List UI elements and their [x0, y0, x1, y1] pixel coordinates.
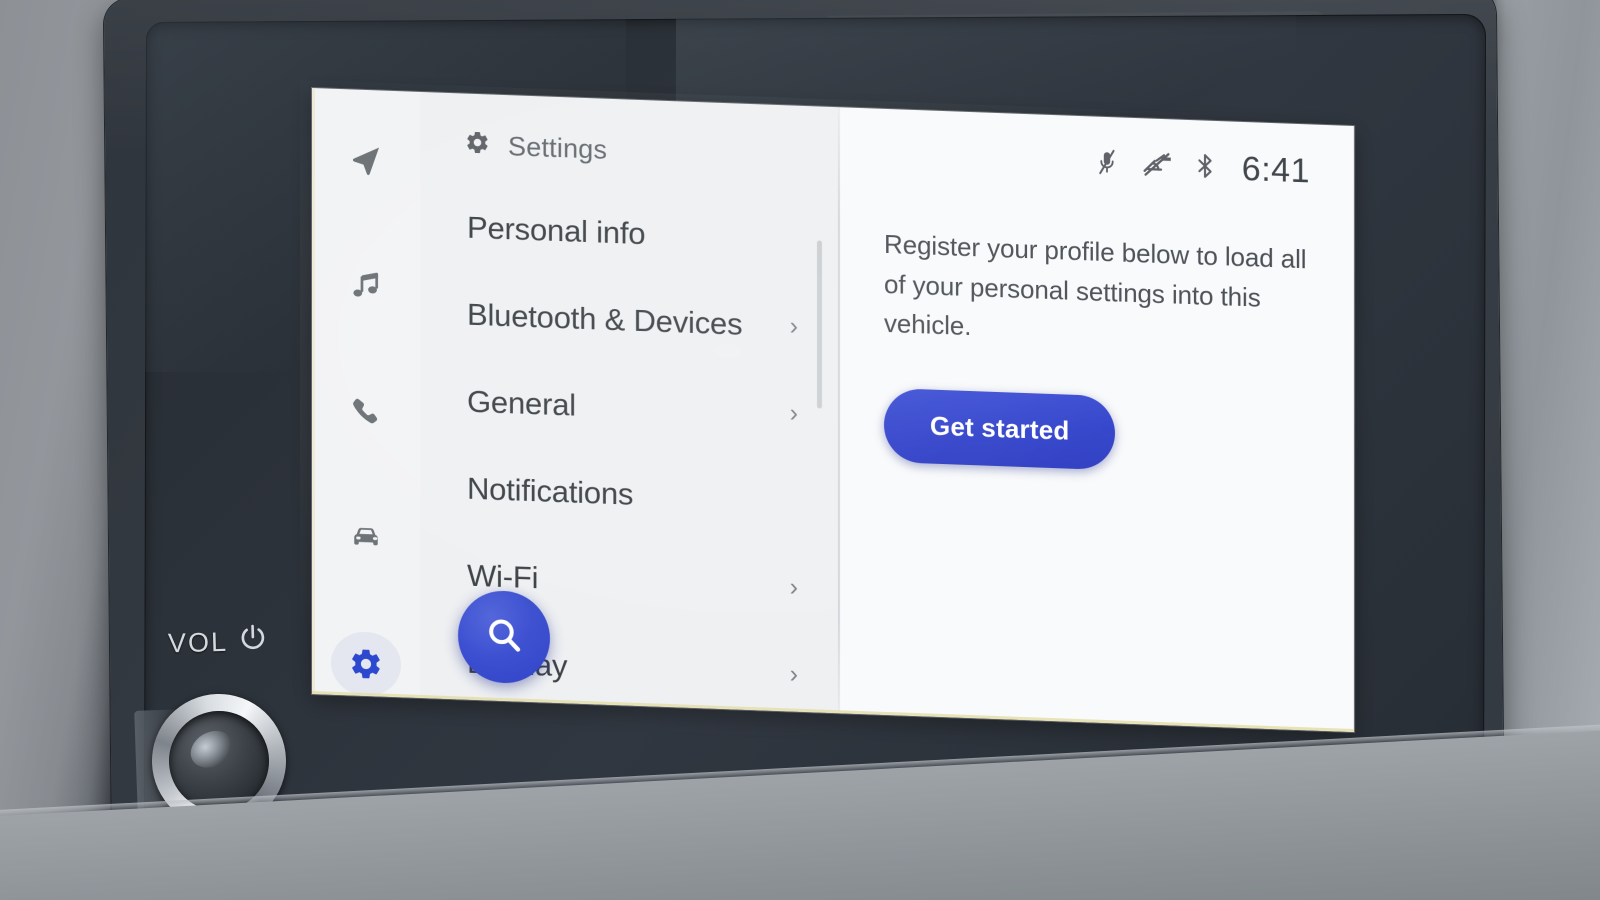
bluetooth-icon — [1196, 152, 1214, 183]
rail-item-media[interactable] — [331, 253, 401, 320]
get-started-button[interactable]: Get started — [884, 387, 1116, 470]
music-note-icon — [349, 268, 383, 303]
dashboard-scene: Settings Personal info Bluetooth & Devic… — [0, 0, 1600, 900]
volume-power-knob[interactable] — [134, 691, 291, 843]
settings-header: Settings — [420, 92, 840, 181]
settings-list-pane: Settings Personal info Bluetooth & Devic… — [420, 91, 840, 714]
volume-text: VOL — [167, 626, 229, 659]
page-title: Settings — [508, 130, 608, 165]
satellite-off-icon — [1140, 150, 1174, 181]
search-icon — [482, 612, 526, 663]
scrollbar-thumb[interactable] — [817, 240, 822, 409]
phone-handset-icon — [349, 394, 383, 429]
car-front-icon — [349, 520, 383, 555]
list-scrollbar[interactable] — [817, 240, 822, 490]
infotainment-ui: Settings Personal info Bluetooth & Devic… — [312, 88, 1354, 733]
list-item-bluetooth-devices[interactable]: Bluetooth & Devices › — [420, 269, 840, 371]
chevron-right-icon: › — [789, 572, 798, 601]
gear-icon — [349, 646, 383, 681]
status-bar: 6:41 — [884, 109, 1310, 211]
rail-item-settings[interactable] — [331, 630, 401, 698]
chevron-right-icon: › — [789, 398, 798, 427]
gear-icon — [465, 130, 490, 161]
app-rail — [312, 88, 420, 698]
list-item-notifications[interactable]: Notifications — [420, 443, 840, 545]
rail-item-navigation[interactable] — [331, 127, 401, 194]
profile-description: Register your profile below to load all … — [884, 228, 1307, 342]
list-item-label: Notifications — [467, 470, 634, 512]
list-item-personal-info[interactable]: Personal info — [420, 182, 840, 284]
chevron-right-icon: › — [789, 659, 798, 688]
list-item-label: Bluetooth & Devices — [467, 296, 743, 342]
list-item-label: Personal info — [467, 209, 646, 251]
profile-detail-pane: 6:41 Register your profile below to load… — [840, 107, 1354, 733]
navigation-arrow-icon — [349, 142, 383, 177]
clock: 6:41 — [1241, 149, 1310, 190]
rail-item-phone[interactable] — [331, 379, 401, 446]
list-item-general[interactable]: General › — [420, 356, 840, 458]
microphone-mute-icon — [1096, 149, 1118, 180]
power-icon — [238, 623, 269, 661]
chevron-right-icon: › — [789, 311, 798, 340]
rail-item-vehicle[interactable] — [331, 505, 401, 572]
volume-label: VOL — [168, 623, 269, 663]
list-item-label: General — [467, 383, 576, 423]
